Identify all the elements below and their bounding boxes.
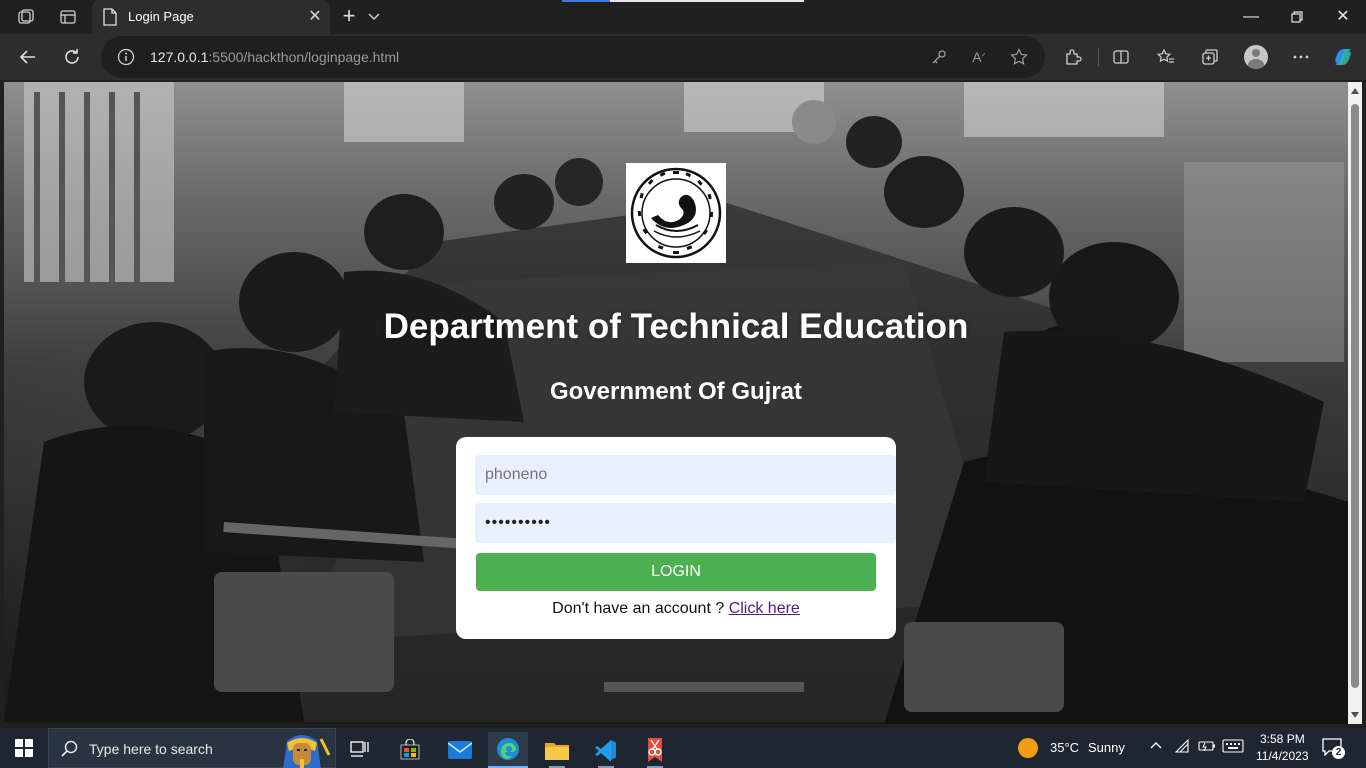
restore-button[interactable] [1286,6,1308,28]
address-bar[interactable]: 127.0.0.1:5500/hackthon/loginpage.html A… [101,36,1045,78]
collections-icon[interactable] [1198,45,1222,69]
battery-icon[interactable] [1198,739,1216,755]
favorites-icon[interactable] [1154,45,1178,69]
toolbar-divider [1098,48,1099,66]
new-tab-button[interactable]: + [338,5,360,27]
mail-icon [448,741,472,759]
login-form: LOGIN Don't have an account ? Click here [456,437,896,639]
weather-description[interactable]: Sunny [1088,740,1125,755]
file-explorer-button[interactable] [537,732,577,768]
folder-icon [545,743,569,760]
vs-code-button[interactable] [586,732,626,768]
clock-time[interactable]: 3:58 PM [1260,732,1305,746]
snipping-tool-button[interactable] [635,732,675,768]
phone-number-input[interactable] [475,455,896,495]
url-text[interactable]: 127.0.0.1:5500/hackthon/loginpage.html [150,49,399,65]
notification-count-badge: 2 [1332,746,1345,759]
url-host: 127.0.0.1 [150,49,209,65]
close-window-button[interactable]: ✕ [1332,6,1354,28]
favorite-star-icon[interactable] [1009,47,1029,67]
windows-taskbar: Type here to search 35°C Sunny 3:58 PM 1… [0,728,1366,768]
vscode-icon [595,740,616,761]
password-input[interactable] [475,503,896,543]
page-subtitle: Government Of Gujrat [549,378,803,405]
key-icon[interactable] [929,47,949,67]
taskbar-search-box[interactable]: Type here to search [48,728,336,768]
task-view-icon [350,741,369,757]
tab-title: Login Page [128,9,194,24]
page-icon [103,8,117,26]
close-tab-icon[interactable]: ✕ [306,8,324,26]
task-view-button[interactable] [340,732,380,768]
notification-center-button[interactable]: 2 [1322,738,1346,760]
tab-strip-indicator [562,0,804,2]
store-bag-icon [400,739,420,760]
copilot-icon[interactable] [1331,45,1355,69]
info-icon[interactable] [117,48,135,66]
search-placeholder: Type here to search [89,741,213,757]
mail-button[interactable] [440,732,480,768]
signup-prompt: Don't have an account ? [552,600,725,617]
start-button[interactable] [4,730,44,766]
wifi-icon[interactable] [1174,738,1190,756]
tab-actions-icon[interactable] [58,7,78,27]
refresh-icon [65,49,79,64]
edge-button[interactable] [488,732,528,768]
page-scrollbar[interactable] [1348,82,1362,724]
read-aloud-icon[interactable]: Aᐟ [969,47,989,67]
scroll-thumb[interactable] [1351,104,1359,688]
more-options-icon[interactable] [1289,45,1313,69]
keyboard-icon[interactable] [1222,739,1244,755]
browser-toolbar: 127.0.0.1:5500/hackthon/loginpage.html A… [0,34,1366,80]
edge-browser-icon [497,738,519,760]
search-icon [61,740,78,757]
extensions-icon[interactable] [1061,45,1085,69]
refresh-button[interactable] [60,45,84,69]
page-viewport: Department of Technical Education Govern… [4,82,1348,724]
profile-avatar[interactable] [1244,45,1268,69]
tab-login-page[interactable]: Login Page ✕ [92,0,330,34]
weather-temperature[interactable]: 35°C [1050,740,1079,755]
department-emblem-logo [626,163,726,263]
signup-row: Don't have an account ? Click here [456,600,896,618]
workspaces-icon[interactable] [16,7,36,27]
url-path: :5500/hackthon/loginpage.html [208,49,400,65]
back-button[interactable] [16,45,40,69]
clock-date[interactable]: 11/4/2023 [1256,749,1309,763]
page-title: Department of Technical Education [383,307,969,346]
microsoft-store-button[interactable] [390,732,430,768]
chevron-down-icon[interactable] [366,8,382,24]
show-hidden-icons-chevron-up-icon[interactable] [1148,738,1164,754]
search-highlight-pharaoh-icon [283,735,331,768]
arrow-left-icon [19,50,35,64]
scroll-down-arrow-icon[interactable] [1351,712,1359,718]
windows-logo-icon [15,739,33,757]
login-button[interactable]: LOGIN [476,553,876,591]
browser-titlebar: Login Page ✕ + — ✕ [0,0,1366,34]
split-screen-icon[interactable] [1109,45,1133,69]
signup-link[interactable]: Click here [729,600,800,617]
snipping-tool-icon [648,738,662,762]
minimize-button[interactable]: — [1240,6,1262,28]
weather-sun-icon[interactable] [1018,738,1038,758]
scroll-up-arrow-icon[interactable] [1351,88,1359,94]
